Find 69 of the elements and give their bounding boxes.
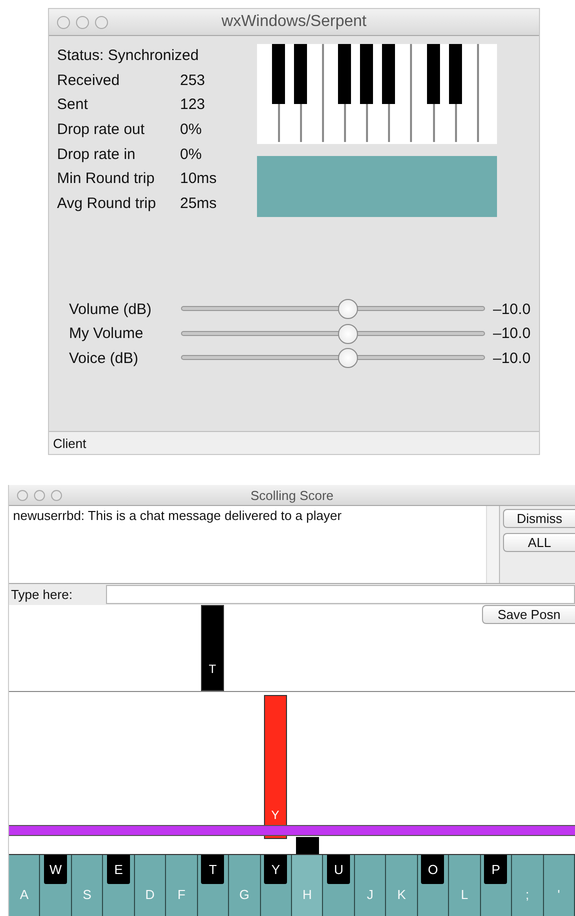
key-label: K — [397, 887, 406, 902]
status-bar: Client — [49, 431, 539, 454]
slider-label: Volume (dB) — [69, 300, 153, 318]
close-button[interactable] — [57, 16, 70, 28]
stat-value: 0% — [180, 120, 203, 138]
stat-label: Min Round trip — [57, 170, 156, 188]
stat-value: 253 — [180, 72, 206, 89]
key-label: ; — [526, 887, 530, 902]
key-label: G — [239, 887, 250, 902]
stat-label: Received — [57, 72, 121, 89]
key-label: D — [145, 887, 155, 902]
slider-reading: –10.0 — [493, 300, 532, 318]
key-label: S — [82, 887, 92, 902]
slider-thumb[interactable] — [338, 299, 358, 320]
stat-value: 25ms — [180, 194, 218, 212]
stat-value: 123 — [180, 96, 206, 114]
sharp-key[interactable]: Y — [264, 855, 288, 884]
save-button[interactable]: Save Posn — [482, 605, 575, 624]
keyboard-key[interactable]: W — [40, 855, 72, 916]
key-label: A — [20, 887, 29, 902]
minimize-button[interactable] — [34, 490, 45, 500]
stat-label: Avg Round trip — [57, 194, 157, 212]
stat-label: Sent — [57, 96, 89, 114]
slider[interactable] — [181, 298, 485, 320]
minimize-button[interactable] — [76, 16, 89, 28]
slider[interactable] — [181, 322, 485, 345]
note-bar: T — [200, 605, 224, 691]
key-label: ' — [558, 887, 560, 902]
slider-label: My Volume — [69, 325, 144, 342]
keyboard-key[interactable]: U — [323, 855, 355, 916]
slider-label: Voice (dB) — [69, 350, 140, 367]
chat-button[interactable]: Dismiss — [503, 509, 575, 528]
slider-reading: –10.0 — [493, 325, 532, 342]
keyboard-key[interactable]: E — [103, 855, 135, 916]
sharp-key[interactable]: P — [484, 855, 508, 884]
slider[interactable] — [181, 347, 485, 370]
slider-reading: –10.0 — [493, 350, 532, 367]
chat-button[interactable]: ALL — [503, 533, 575, 552]
keyboard-key[interactable]: Y — [260, 855, 292, 916]
position-marker — [296, 837, 319, 854]
sharp-key[interactable]: W — [44, 855, 68, 884]
sharp-key[interactable]: U — [327, 855, 350, 884]
note-bar: Y — [264, 695, 287, 839]
scrollbar[interactable] — [486, 506, 500, 583]
sharp-key[interactable]: E — [107, 855, 130, 884]
key-label: L — [460, 887, 468, 902]
keyboard-key[interactable]: O — [418, 855, 450, 916]
slider-thumb[interactable] — [338, 324, 358, 344]
key-label: J — [366, 887, 374, 902]
slider-thumb[interactable] — [338, 348, 358, 368]
sharp-key[interactable]: O — [421, 855, 444, 884]
chat-message: newuserrbd: This is a chat message delivered to a player — [13, 508, 343, 523]
keyboard-key[interactable]: T — [198, 855, 230, 916]
stat-value: 0% — [180, 146, 203, 163]
status-label: Status: Synchronized — [57, 46, 200, 64]
key-label: F — [177, 887, 186, 902]
zoom-button[interactable] — [95, 16, 108, 28]
key-label: H — [302, 887, 312, 902]
zoom-button[interactable] — [51, 490, 62, 500]
stat-label: Drop rate out — [57, 120, 146, 138]
stat-label: Drop rate in — [57, 146, 136, 163]
stat-value: 10ms — [180, 170, 218, 188]
window-title: wxWindows/Serpent — [222, 13, 366, 31]
window-title: Scolling Score — [250, 488, 334, 502]
keyboard-key[interactable]: P — [480, 855, 512, 916]
close-button[interactable] — [17, 490, 28, 500]
input-field[interactable] — [106, 585, 575, 604]
input-label: Type here: — [10, 587, 74, 602]
sharp-key[interactable]: T — [201, 855, 224, 884]
